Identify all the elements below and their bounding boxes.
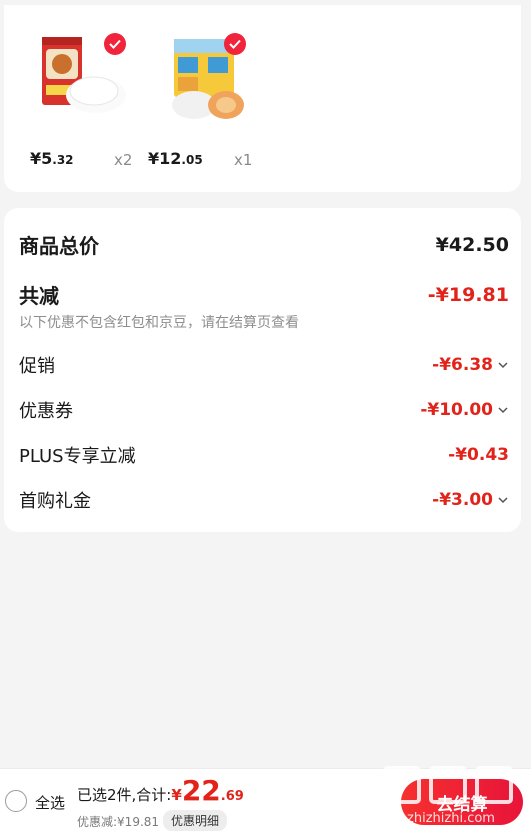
product-price: ¥5.32 bbox=[30, 149, 74, 168]
product-image[interactable] bbox=[34, 33, 126, 125]
total-decimal: .69 bbox=[220, 789, 244, 804]
discount-label: 促销 bbox=[19, 356, 55, 377]
selected-check-icon[interactable] bbox=[104, 33, 126, 55]
total-reduce-label: 共减 bbox=[19, 284, 59, 308]
checkout-button[interactable]: 去结算 bbox=[401, 779, 523, 825]
discount-value: -¥6.38 bbox=[432, 355, 509, 375]
discount-summary: 优惠减:¥19.81 bbox=[77, 815, 160, 829]
discount-row-first-purchase[interactable]: 首购礼金 -¥3.00 bbox=[19, 487, 509, 513]
product-card: ¥5.32 x2 ¥12.05 x1 bbox=[4, 5, 521, 192]
checkout-bar: 全选 已选2件,合计: ¥ 22 .69 优惠减:¥19.81 优惠明细 去结算 bbox=[0, 768, 531, 832]
total-reduce-value: -¥19.81 bbox=[427, 283, 509, 306]
product-price: ¥12.05 bbox=[148, 149, 203, 168]
total-price-value: ¥42.50 bbox=[435, 233, 509, 256]
discount-note: 以下优惠不包含红包和京豆，请在结算页查看 bbox=[19, 315, 299, 331]
discount-value: -¥0.43 bbox=[448, 445, 509, 465]
discount-value: -¥10.00 bbox=[420, 400, 509, 420]
chevron-down-icon bbox=[498, 362, 508, 369]
discount-row-promotion[interactable]: 促销 -¥6.38 bbox=[19, 352, 509, 378]
discount-value: -¥3.00 bbox=[432, 490, 509, 510]
discount-label: PLUS专享立减 bbox=[19, 446, 136, 467]
price-summary-card: 商品总价 ¥42.50 共减 -¥19.81 以下优惠不包含红包和京豆，请在结算… bbox=[4, 208, 521, 532]
discount-label: 首购礼金 bbox=[19, 491, 91, 512]
discount-row-plus: PLUS专享立减 -¥0.43 bbox=[19, 442, 509, 468]
discount-row-coupon[interactable]: 优惠券 -¥10.00 bbox=[19, 397, 509, 423]
total-price-label: 商品总价 bbox=[19, 234, 99, 258]
chevron-down-icon bbox=[498, 497, 508, 504]
product-image[interactable] bbox=[164, 33, 256, 125]
currency-symbol: ¥ bbox=[171, 786, 182, 804]
discount-detail-button[interactable]: 优惠明细 bbox=[163, 810, 228, 831]
discount-label: 优惠券 bbox=[19, 401, 73, 422]
product-quantity: x2 bbox=[114, 151, 133, 169]
total-reduce-row: 共减 -¥19.81 bbox=[19, 280, 509, 309]
product-quantity: x1 bbox=[234, 151, 253, 169]
total-integer: 22 bbox=[181, 774, 221, 807]
select-all-label[interactable]: 全选 bbox=[35, 792, 65, 813]
selected-count-text: 已选2件,合计: bbox=[77, 786, 172, 804]
select-all-radio[interactable] bbox=[5, 790, 27, 812]
product-item[interactable] bbox=[34, 33, 134, 125]
chevron-down-icon bbox=[498, 407, 508, 414]
product-item[interactable] bbox=[164, 33, 264, 125]
selected-check-icon[interactable] bbox=[224, 33, 246, 55]
total-summary: 已选2件,合计: ¥ 22 .69 bbox=[77, 777, 244, 805]
total-price-row: 商品总价 ¥42.50 bbox=[19, 230, 509, 259]
